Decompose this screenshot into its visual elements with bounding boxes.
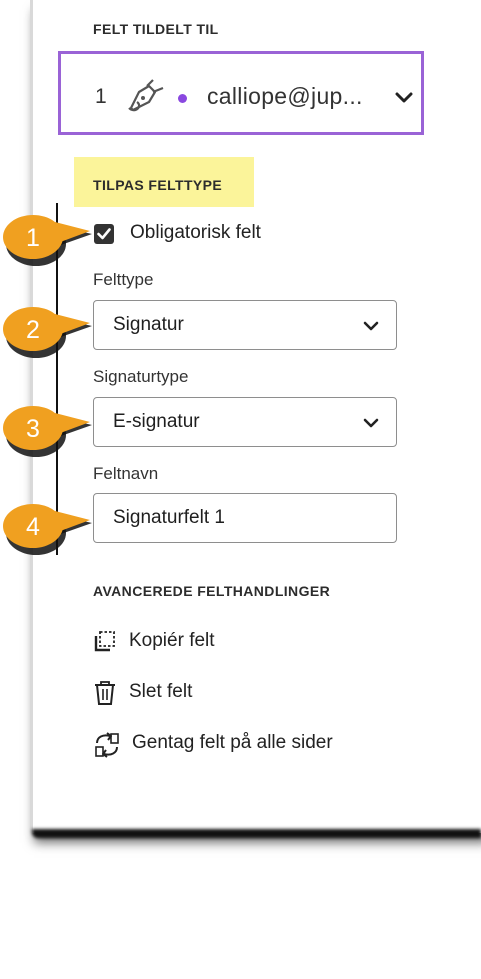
pen-icon [125, 78, 169, 121]
delete-field-label: Slet felt [129, 681, 193, 702]
signature-type-label: Signaturtype [93, 367, 189, 386]
signature-type-value: E-signatur [113, 411, 200, 432]
panel-shadow [32, 829, 481, 838]
repeat-field-label: Gentag felt på alle sider [132, 732, 333, 753]
callout-number: 3 [26, 415, 40, 443]
repeat-field-action[interactable]: Gentag felt på alle sider [93, 729, 353, 759]
required-field-label: Obligatorisk felt [130, 222, 261, 243]
assigned-to-heading: FELT TILDELT TIL [93, 21, 219, 37]
trash-icon [93, 680, 117, 711]
field-name-input[interactable]: Signaturfelt 1 [93, 493, 397, 543]
assignee-number: 1 [95, 85, 107, 108]
field-type-value: Signatur [113, 314, 184, 335]
callout-number: 4 [26, 513, 40, 541]
assignee-color-dot [178, 94, 187, 103]
callout-badge-4: 4 [3, 504, 92, 555]
chevron-down-icon [363, 319, 379, 337]
copy-field-action[interactable]: Kopiér felt [93, 627, 233, 657]
callout-number: 1 [26, 224, 40, 252]
callout-badge-3: 3 [3, 406, 92, 457]
repeat-icon [93, 731, 121, 764]
field-name-label: Feltnavn [93, 464, 159, 483]
assignee-dropdown[interactable]: 1 calliope@jup... [58, 51, 424, 135]
delete-field-action[interactable]: Slet felt [93, 678, 213, 708]
copy-field-label: Kopiér felt [129, 630, 215, 651]
field-type-select[interactable]: Signatur [93, 300, 397, 350]
callout-number: 2 [26, 316, 40, 344]
advanced-heading: AVANCEREDE FELTHANDLINGER [93, 583, 331, 599]
callout-badge-2: 2 [3, 307, 92, 358]
field-name-value: Signaturfelt 1 [113, 507, 225, 528]
signature-type-select[interactable]: E-signatur [93, 397, 397, 447]
chevron-down-icon [395, 91, 413, 109]
assignee-email: calliope@jup... [207, 83, 363, 109]
copy-icon [93, 629, 117, 658]
field-type-label: Felttype [93, 270, 154, 289]
callout-badge-1: 1 [3, 215, 92, 266]
chevron-down-icon [363, 416, 379, 434]
customize-heading: TILPAS FELTTYPE [93, 177, 223, 193]
